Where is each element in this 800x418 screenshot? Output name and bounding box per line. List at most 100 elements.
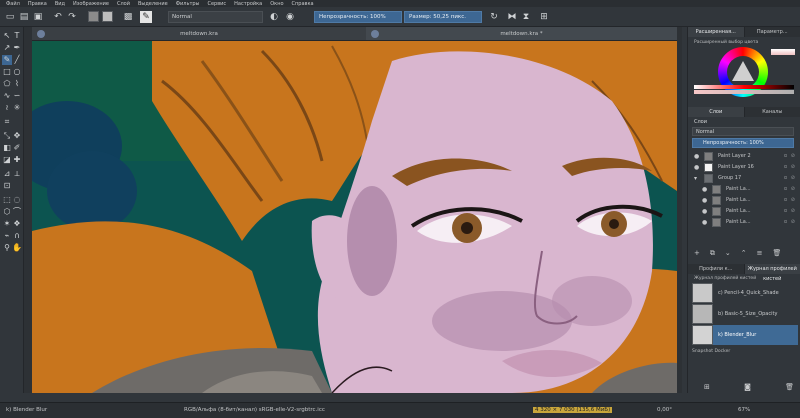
camera-icon[interactable]: ◙: [744, 383, 751, 391]
tab-brush-presets[interactable]: Профили к...: [688, 264, 745, 274]
menu-select[interactable]: Выделение: [138, 1, 168, 7]
ellipse-tool-icon[interactable]: ○: [12, 67, 22, 77]
brush-history-item[interactable]: c) Pencil-4_Quick_Shade: [692, 283, 798, 303]
layer-row[interactable]: ● Paint La... α ⊘: [702, 217, 798, 228]
new-document-icon[interactable]: ▭: [4, 11, 16, 23]
background-color-swatch[interactable]: [102, 11, 113, 22]
tab-channels[interactable]: Каналы: [744, 107, 800, 117]
brush-history-item[interactable]: k) Blender_Blur: [692, 325, 798, 345]
open-document-icon[interactable]: ▤: [18, 11, 30, 23]
layer-row[interactable]: ● Paint La... α ⊘: [702, 184, 798, 195]
eye-icon[interactable]: ●: [702, 206, 708, 217]
wrap-around-icon[interactable]: ⊞: [538, 11, 550, 23]
layer-row[interactable]: ● Paint Layer 16 α ⊘: [694, 162, 798, 173]
document-tab-2[interactable]: meltdown.kra *: [366, 27, 677, 41]
layer-flags[interactable]: α ⊘: [784, 151, 796, 162]
layer-properties-icon[interactable]: ≡: [757, 249, 763, 257]
menu-edit[interactable]: Правка: [28, 1, 47, 7]
menu-file[interactable]: Файл: [6, 1, 20, 7]
layer-opacity-slider[interactable]: Непрозрачность: 100%: [692, 138, 794, 148]
gradient-tool-icon[interactable]: ◧: [2, 143, 12, 153]
tab-brush-history[interactable]: Журнал профилей кистей: [744, 264, 800, 282]
redo-icon[interactable]: ↷: [66, 11, 78, 23]
crop-tool-icon[interactable]: ⌗: [2, 117, 12, 127]
eraser-mode-icon[interactable]: ◐: [268, 11, 280, 23]
fill-pattern-icon[interactable]: ▩: [122, 11, 134, 23]
menu-settings[interactable]: Настройка: [234, 1, 262, 7]
edit-shapes-icon[interactable]: ↗: [2, 43, 12, 53]
document-tab-1[interactable]: meltdown.kra: [32, 27, 366, 41]
eye-icon[interactable]: ●: [694, 151, 700, 162]
layer-flags[interactable]: α ⊘: [784, 206, 796, 217]
undo-icon[interactable]: ↶: [52, 11, 64, 23]
layer-flags[interactable]: α ⊘: [784, 162, 796, 173]
reference-images-icon[interactable]: ⊡: [2, 181, 12, 191]
move-down-icon[interactable]: ⌄: [725, 249, 731, 257]
line-tool-icon[interactable]: ╱: [12, 55, 22, 65]
mirror-horizontal-icon[interactable]: ⧓: [506, 11, 518, 23]
menu-window[interactable]: Окно: [270, 1, 283, 7]
tab-advanced-color[interactable]: Расширенная...: [688, 27, 745, 37]
elliptical-select-icon[interactable]: ◌: [12, 195, 22, 205]
move-up-icon[interactable]: ⌃: [741, 249, 747, 257]
rectangle-tool-icon[interactable]: □: [2, 67, 12, 77]
add-layer-icon[interactable]: +: [694, 249, 700, 257]
zoom-tool-icon[interactable]: ⚲: [2, 243, 12, 253]
opacity-slider[interactable]: Непрозрачность: 100%: [314, 11, 402, 23]
color-picker-icon[interactable]: ✐: [12, 143, 22, 153]
move-tool-icon[interactable]: ✥: [12, 131, 22, 141]
polygon-tool-icon[interactable]: ⬠: [2, 79, 12, 89]
saturation-bar[interactable]: [694, 90, 794, 94]
layer-row[interactable]: ● Paint La... α ⊘: [702, 206, 798, 217]
pan-tool-icon[interactable]: ✋: [12, 243, 22, 253]
reload-preset-icon[interactable]: ↻: [488, 11, 500, 23]
menu-image[interactable]: Изображение: [73, 1, 109, 7]
zoom-label[interactable]: 67%: [738, 407, 750, 413]
menu-view[interactable]: Вид: [55, 1, 65, 7]
freehand-brush-icon[interactable]: ✎: [2, 55, 12, 65]
multibrush-icon[interactable]: ✳: [12, 103, 22, 113]
delete-layer-icon[interactable]: 🗑: [773, 249, 782, 257]
eye-icon[interactable]: ●: [702, 195, 708, 206]
foreground-color-swatch[interactable]: [88, 11, 99, 22]
text-tool-icon[interactable]: T: [12, 31, 22, 41]
polygon-select-icon[interactable]: ⬡: [2, 207, 12, 217]
transform-tool-icon[interactable]: ⤡: [2, 131, 12, 141]
measure-tool-icon[interactable]: ⟂: [12, 169, 22, 179]
bezier-tool-icon[interactable]: ∿: [2, 91, 12, 101]
calligraphy-icon[interactable]: ✒: [12, 43, 22, 53]
tab-layers[interactable]: Слои: [688, 107, 745, 117]
layer-row[interactable]: ▾ Group 17 α ⊘: [694, 173, 798, 184]
artwork-canvas[interactable]: [32, 41, 677, 393]
preserve-alpha-icon[interactable]: ◉: [284, 11, 296, 23]
save-icon[interactable]: ▣: [32, 11, 44, 23]
blend-mode-select[interactable]: Normal: [168, 11, 263, 23]
similar-select-icon[interactable]: ❖: [12, 219, 22, 229]
layer-flags[interactable]: α ⊘: [784, 217, 796, 228]
layer-flags[interactable]: α ⊘: [784, 184, 796, 195]
smart-patch-icon[interactable]: ✚: [12, 155, 22, 165]
contiguous-select-icon[interactable]: ✶: [2, 219, 12, 229]
size-slider[interactable]: Размер: 50,25 пикс.: [404, 11, 482, 23]
eye-icon[interactable]: ●: [694, 162, 700, 173]
layer-flags[interactable]: α ⊘: [784, 173, 796, 184]
color-history-strip[interactable]: [771, 49, 795, 55]
mirror-vertical-icon[interactable]: ⧗: [520, 11, 532, 23]
layer-row[interactable]: ● Paint La... α ⊘: [702, 195, 798, 206]
rotation-label[interactable]: 0,00°: [657, 407, 672, 413]
menu-help[interactable]: Справка: [292, 1, 314, 7]
eye-icon[interactable]: ●: [702, 217, 708, 228]
layer-flags[interactable]: α ⊘: [784, 195, 796, 206]
rectangular-select-icon[interactable]: ⬚: [2, 195, 12, 205]
dynamic-brush-icon[interactable]: ≀: [2, 103, 12, 113]
duplicate-layer-icon[interactable]: ⧉: [710, 249, 715, 257]
menu-filters[interactable]: Фильтры: [176, 1, 200, 7]
bezier-select-icon[interactable]: ⌁: [2, 231, 12, 241]
layer-blend-select[interactable]: Normal: [692, 127, 794, 136]
eye-icon[interactable]: ▾: [694, 173, 700, 184]
freehand-select-icon[interactable]: ⌒: [12, 207, 22, 217]
brush-preset-icon[interactable]: ✎: [140, 11, 152, 23]
polyline-tool-icon[interactable]: ⌇: [12, 79, 22, 89]
magnetic-select-icon[interactable]: ∩: [12, 231, 22, 241]
delete-snapshot-icon[interactable]: 🗑: [785, 383, 794, 391]
